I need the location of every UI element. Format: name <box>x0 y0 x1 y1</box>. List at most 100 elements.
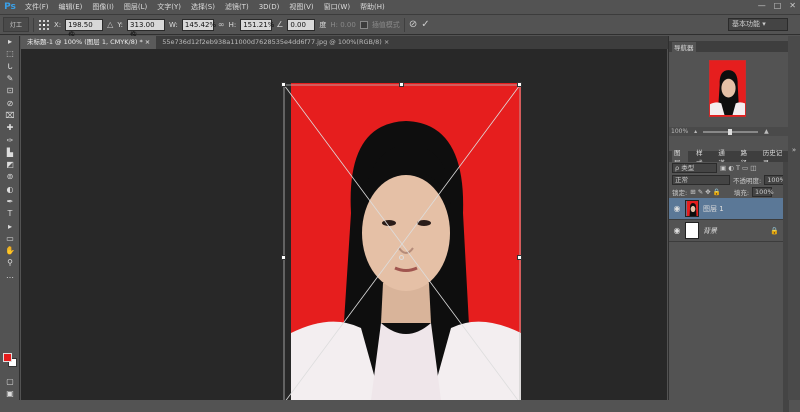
menu-3d[interactable]: 3D(D) <box>254 0 285 14</box>
minimize-icon[interactable]: — <box>758 1 766 10</box>
link-icon[interactable]: ∞ <box>218 20 225 29</box>
zoom-in-icon[interactable]: ▲ <box>764 128 769 135</box>
menu-layer[interactable]: 图层(L) <box>119 0 152 14</box>
screen-mode-icon[interactable]: ▣ <box>0 388 20 400</box>
navigator-zoom[interactable]: 100% <box>671 128 688 135</box>
angle-field[interactable]: 0.00 <box>287 18 316 31</box>
menu-file[interactable]: 文件(F) <box>20 0 54 14</box>
blend-mode-select[interactable]: 正常 <box>672 175 730 185</box>
blend-row: 正常 不透明度: 100% <box>669 174 789 186</box>
pen-tool-icon[interactable]: ✒ <box>0 196 20 208</box>
shape-tool-icon[interactable]: ▭ <box>0 233 20 245</box>
eye-icon[interactable]: ◉ <box>669 226 685 235</box>
eye-icon[interactable]: ◉ <box>669 204 685 213</box>
marquee-tool-icon[interactable]: ⬚ <box>0 48 20 60</box>
opacity-field[interactable]: 100% <box>764 175 786 185</box>
menu-image[interactable]: 图像(I) <box>87 0 119 14</box>
menu-edit[interactable]: 编辑(E) <box>54 0 88 14</box>
crop-tool-icon[interactable]: ⊡ <box>0 85 20 97</box>
w-field[interactable]: 145.42% <box>181 18 216 31</box>
more-tools-icon[interactable]: … <box>0 270 20 282</box>
toolbox: ▸ ⬚ ᒐ ✎ ⊡ ⊘ ⌧ ✚ ✑ ▙ ◩ ⊚ ◐ ✒ T ▸ ▭ ✋ ⚲ … … <box>0 36 20 400</box>
close-icon[interactable]: × <box>145 38 150 46</box>
filter-icons[interactable]: ▣ ◐ T ▭ ◫ <box>720 164 756 172</box>
gradient-tool-icon[interactable]: ⊚ <box>0 171 20 183</box>
close-icon[interactable]: ✕ <box>789 1 796 10</box>
zoom-slider[interactable] <box>703 128 759 135</box>
clone-stamp-tool-icon[interactable]: ✑ <box>0 134 20 146</box>
triangle-icon[interactable]: △ <box>107 20 113 29</box>
commit-transform-icon[interactable]: ✓ <box>421 19 429 30</box>
magic-wand-tool-icon[interactable]: ✎ <box>0 73 20 85</box>
menu-type[interactable]: 文字(Y) <box>152 0 186 14</box>
transform-handle-top[interactable] <box>399 82 404 87</box>
document-canvas[interactable] <box>291 83 521 400</box>
layer-name[interactable]: 图层 1 <box>703 204 724 214</box>
path-selection-tool-icon[interactable]: ▸ <box>0 220 20 232</box>
eraser-tool-icon[interactable]: ◩ <box>0 159 20 171</box>
angle-unit: 度 <box>319 20 327 29</box>
menu-window[interactable]: 窗口(W) <box>319 0 355 14</box>
transform-handle-right[interactable] <box>517 255 522 260</box>
cancel-transform-icon[interactable]: ⊘ <box>409 19 417 30</box>
menu-select[interactable]: 选择(S) <box>186 0 220 14</box>
navigator-footer: 100% ▴ ▲ <box>669 127 789 136</box>
menu-filter[interactable]: 滤镜(T) <box>220 0 254 14</box>
canvas-area[interactable] <box>21 49 667 400</box>
doc-tab-jpg[interactable]: 55e736d12f2eb938a11000d7628535e4dd6f77.j… <box>156 36 395 49</box>
zoom-tool-icon[interactable]: ⚲ <box>0 257 20 269</box>
layer-filter-row: ρ 类型 ▣ ◐ T ▭ ◫ <box>669 162 789 174</box>
x-field[interactable]: 198.50 像 <box>65 18 104 39</box>
fill-field[interactable]: 100% <box>752 187 774 197</box>
layer-row-layer1[interactable]: ◉ 图层 1 <box>669 198 789 220</box>
layer-kind-select[interactable]: ρ 类型 <box>672 163 717 173</box>
close-icon[interactable]: × <box>384 38 389 46</box>
lock-icons[interactable]: ⊞ ✎ ✥ 🔒 <box>690 188 721 196</box>
foreground-color-swatch[interactable] <box>3 353 12 362</box>
transform-handle-left[interactable] <box>281 255 286 260</box>
reference-point-icon[interactable] <box>38 19 50 31</box>
navigator-thumbnail[interactable] <box>709 60 746 117</box>
layers-panel-header: 图层 样式 通道 路径 历史记录 <box>669 146 789 167</box>
menu-bar: Ps 文件(F) 编辑(E) 图像(I) 图层(L) 文字(Y) 选择(S) 滤… <box>0 0 800 14</box>
h-field[interactable]: 151.21% <box>240 18 274 31</box>
panel-collapse-icon[interactable]: » <box>788 146 800 154</box>
interp-checkbox[interactable] <box>359 20 368 29</box>
history-brush-tool-icon[interactable]: ▙ <box>0 147 20 159</box>
quick-mask-icon[interactable]: ▢ <box>0 376 20 388</box>
h-label: H: <box>228 20 237 29</box>
y-label: Y: <box>117 20 124 29</box>
divider <box>403 17 405 32</box>
dodge-tool-icon[interactable]: ◐ <box>0 184 20 196</box>
workspace-select[interactable]: 基本功能 ▾ <box>728 18 788 31</box>
hand-tool-icon[interactable]: ✋ <box>0 245 20 257</box>
lock-row: 锁定: ⊞ ✎ ✥ 🔒 填充: 100% <box>669 186 789 198</box>
portrait-photo <box>291 83 521 400</box>
menu-view[interactable]: 视图(V) <box>284 0 318 14</box>
tab-navigator[interactable]: 导航器 <box>672 41 696 52</box>
doc-tab-untitled[interactable]: 未标题-1 @ 100% (图层 1, CMYK/8) * × <box>21 36 157 49</box>
tool-preset-picker[interactable]: 灯工 <box>3 17 29 32</box>
zoom-slider-knob[interactable] <box>728 128 733 135</box>
transform-center-point[interactable] <box>399 255 404 260</box>
doc-tab-label: 55e736d12f2eb938a11000d7628535e4dd6f77.j… <box>162 38 382 46</box>
y-field[interactable]: 313.00 像 <box>127 18 166 39</box>
angle-icon: ∠ <box>276 20 284 29</box>
interp-label: 插值模式 <box>371 20 400 29</box>
divider <box>33 17 34 32</box>
layer-name[interactable]: 背景 <box>703 226 717 236</box>
zoom-out-icon[interactable]: ▴ <box>694 128 697 135</box>
transform-handle-top-left[interactable] <box>281 82 286 87</box>
move-tool-icon[interactable]: ▸ <box>0 36 20 48</box>
healing-brush-tool-icon[interactable]: ⌧ <box>0 110 20 122</box>
document-tabs: 未标题-1 @ 100% (图层 1, CMYK/8) * × 55e736d1… <box>21 36 668 49</box>
portrait-thumbnail <box>710 64 745 115</box>
restore-icon[interactable]: □ <box>774 1 782 10</box>
type-tool-icon[interactable]: T <box>0 208 20 220</box>
eyedropper-tool-icon[interactable]: ⊘ <box>0 97 20 109</box>
lasso-tool-icon[interactable]: ᒐ <box>0 61 20 73</box>
brush-tool-icon[interactable]: ✚ <box>0 122 20 134</box>
menu-help[interactable]: 帮助(H) <box>355 0 390 14</box>
layer-row-background[interactable]: ◉ 背景 🔒 <box>669 220 789 242</box>
transform-handle-top-right[interactable] <box>517 82 522 87</box>
